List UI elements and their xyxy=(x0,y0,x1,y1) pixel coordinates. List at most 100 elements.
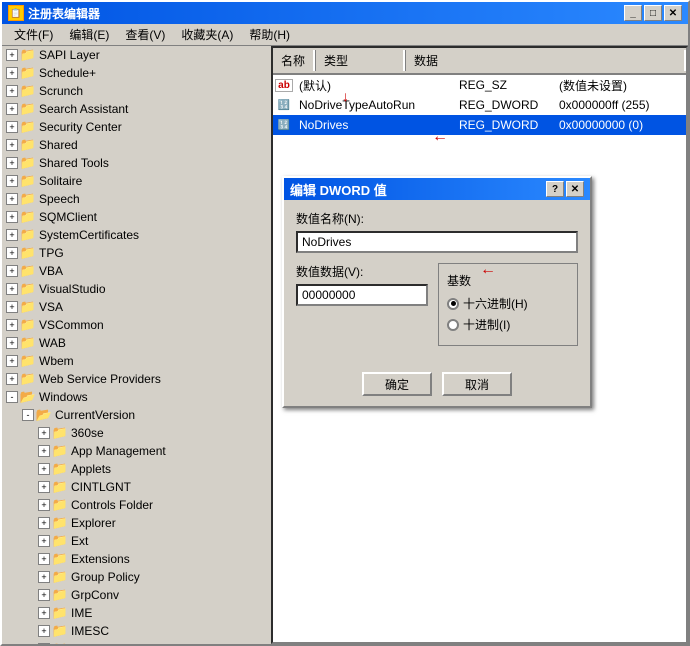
tree-item-scrunch[interactable]: +📁Scrunch xyxy=(2,82,267,100)
registry-row-1[interactable]: 🔢 NoDriveTypeAutoRun REG_DWORD 0x000000f… xyxy=(273,95,686,115)
expand-vsa[interactable]: + xyxy=(6,301,18,313)
expand-ime[interactable]: + xyxy=(38,607,50,619)
tree-label-securitycenter: Security Center xyxy=(39,120,122,134)
tree-item-cintlgnt[interactable]: +📁CINTLGNT xyxy=(2,478,267,496)
dialog-close-button[interactable]: ✕ xyxy=(566,181,584,197)
menu-view[interactable]: 查看(V) xyxy=(117,24,173,45)
expand-grpconv[interactable]: + xyxy=(38,589,50,601)
tree-item-sharedtools[interactable]: +📁Shared Tools xyxy=(2,154,267,172)
expand-controlsfolder[interactable]: + xyxy=(38,499,50,511)
minimize-button[interactable]: _ xyxy=(624,5,642,21)
registry-row-0[interactable]: ab (默认) REG_SZ (数值未设置) xyxy=(273,75,686,95)
menu-edit[interactable]: 编辑(E) xyxy=(61,24,117,45)
ok-button[interactable]: 确定 xyxy=(362,372,432,396)
expand-vba[interactable]: + xyxy=(6,265,18,277)
menu-help[interactable]: 帮助(H) xyxy=(241,24,298,45)
expand-ext[interactable]: + xyxy=(38,535,50,547)
tree-item-sapi[interactable]: +📁SAPI Layer xyxy=(2,46,267,64)
expand-systemcerts[interactable]: + xyxy=(6,229,18,241)
expand-internet[interactable]: + xyxy=(38,643,50,644)
expand-windows[interactable]: - xyxy=(6,391,18,403)
tree-item-systemcerts[interactable]: +📁SystemCertificates xyxy=(2,226,267,244)
folder-icon-securitycenter: 📁 xyxy=(20,120,36,134)
maximize-button[interactable]: □ xyxy=(644,5,662,21)
right-panel-header: 名称 类型 数据 xyxy=(273,48,686,75)
tree-item-wbem[interactable]: +📁Wbem xyxy=(2,352,267,370)
tree-item-solitaire[interactable]: +📁Solitaire xyxy=(2,172,267,190)
folder-icon-controlsfolder: 📁 xyxy=(52,498,68,512)
expand-wab[interactable]: + xyxy=(6,337,18,349)
tree-item-controlsfolder[interactable]: +📁Controls Folder xyxy=(2,496,267,514)
expand-wbem[interactable]: + xyxy=(6,355,18,367)
expand-shared[interactable]: + xyxy=(6,139,18,151)
expand-sapi[interactable]: + xyxy=(6,49,18,61)
tree-item-vba[interactable]: +📁VBA xyxy=(2,262,267,280)
tree-item-internet[interactable]: +📁Internet xyxy=(2,640,267,644)
expand-securitycenter[interactable]: + xyxy=(6,121,18,133)
expand-speech[interactable]: + xyxy=(6,193,18,205)
expand-explorer[interactable]: + xyxy=(38,517,50,529)
tree-item-grpconv[interactable]: +📁GrpConv xyxy=(2,586,267,604)
folder-icon-windows: 📂 xyxy=(20,390,36,404)
content-area: +📁SAPI Layer+📁Schedule++📁Scrunch+📁Search… xyxy=(2,46,688,644)
tree-item-searchassist[interactable]: +📁Search Assistant xyxy=(2,100,267,118)
tree-item-appmgmt[interactable]: +📁App Management xyxy=(2,442,267,460)
expand-webservice[interactable]: + xyxy=(6,373,18,385)
name-input[interactable] xyxy=(296,231,578,253)
folder-icon-tpg: 📁 xyxy=(20,246,36,260)
expand-sharedtools[interactable]: + xyxy=(6,157,18,169)
tree-item-currentversion[interactable]: -📂CurrentVersion xyxy=(2,406,267,424)
dialog-help-button[interactable]: ? xyxy=(546,181,564,197)
data-input[interactable] xyxy=(296,284,428,306)
expand-tpg[interactable]: + xyxy=(6,247,18,259)
tree-item-imesc[interactable]: +📁IMESC xyxy=(2,622,267,640)
tree-item-schedule[interactable]: +📁Schedule+ xyxy=(2,64,267,82)
tree-item-extensions[interactable]: +📁Extensions xyxy=(2,550,267,568)
tree-item-securitycenter[interactable]: +📁Security Center xyxy=(2,118,267,136)
tree-item-speech[interactable]: +📁Speech xyxy=(2,190,267,208)
registry-row-2[interactable]: 🔢 NoDrives REG_DWORD 0x00000000 (0) xyxy=(273,115,686,135)
tree-scroll[interactable]: +📁SAPI Layer+📁Schedule++📁Scrunch+📁Search… xyxy=(2,46,267,644)
expand-360se[interactable]: + xyxy=(38,427,50,439)
tree-item-applets[interactable]: +📁Applets xyxy=(2,460,267,478)
expand-extensions[interactable]: + xyxy=(38,553,50,565)
tree-item-vsa[interactable]: +📁VSA xyxy=(2,298,267,316)
menu-favorites[interactable]: 收藏夹(A) xyxy=(173,24,241,45)
expand-searchassist[interactable]: + xyxy=(6,103,18,115)
dec-radio[interactable] xyxy=(447,319,459,331)
expand-vscommon[interactable]: + xyxy=(6,319,18,331)
tree-item-wab[interactable]: +📁WAB xyxy=(2,334,267,352)
expand-currentversion[interactable]: - xyxy=(22,409,34,421)
hex-radio[interactable] xyxy=(447,298,459,310)
tree-item-grouppolicy[interactable]: +📁Group Policy xyxy=(2,568,267,586)
expand-scrunch[interactable]: + xyxy=(6,85,18,97)
expand-cintlgnt[interactable]: + xyxy=(38,481,50,493)
expand-imesc[interactable]: + xyxy=(38,625,50,637)
menu-file[interactable]: 文件(F) xyxy=(6,24,61,45)
tree-item-ime[interactable]: +📁IME xyxy=(2,604,267,622)
expand-applets[interactable]: + xyxy=(38,463,50,475)
tree-item-shared[interactable]: +📁Shared xyxy=(2,136,267,154)
tree-item-sqmclient[interactable]: +📁SQMClient xyxy=(2,208,267,226)
tree-item-visualstudio[interactable]: +📁VisualStudio xyxy=(2,280,267,298)
expand-grouppolicy[interactable]: + xyxy=(38,571,50,583)
tree-item-webservice[interactable]: +📁Web Service Providers xyxy=(2,370,267,388)
cancel-button[interactable]: 取消 xyxy=(442,372,512,396)
tree-item-windows[interactable]: -📂Windows xyxy=(2,388,267,406)
expand-solitaire[interactable]: + xyxy=(6,175,18,187)
folder-icon-appmgmt: 📁 xyxy=(52,444,68,458)
close-button[interactable]: ✕ xyxy=(664,5,682,21)
expand-visualstudio[interactable]: + xyxy=(6,283,18,295)
expand-sqmclient[interactable]: + xyxy=(6,211,18,223)
folder-icon-vsa: 📁 xyxy=(20,300,36,314)
tree-item-360se[interactable]: +📁360se xyxy=(2,424,267,442)
tree-item-explorer[interactable]: +📁Explorer xyxy=(2,514,267,532)
tree-item-vscommon[interactable]: +📁VSCommon xyxy=(2,316,267,334)
col-type: 类型 xyxy=(315,50,405,71)
tree-item-tpg[interactable]: +📁TPG xyxy=(2,244,267,262)
expand-appmgmt[interactable]: + xyxy=(38,445,50,457)
folder-icon-solitaire: 📁 xyxy=(20,174,36,188)
expand-schedule[interactable]: + xyxy=(6,67,18,79)
tree-label-sqmclient: SQMClient xyxy=(39,210,97,224)
tree-item-ext[interactable]: +📁Ext xyxy=(2,532,267,550)
